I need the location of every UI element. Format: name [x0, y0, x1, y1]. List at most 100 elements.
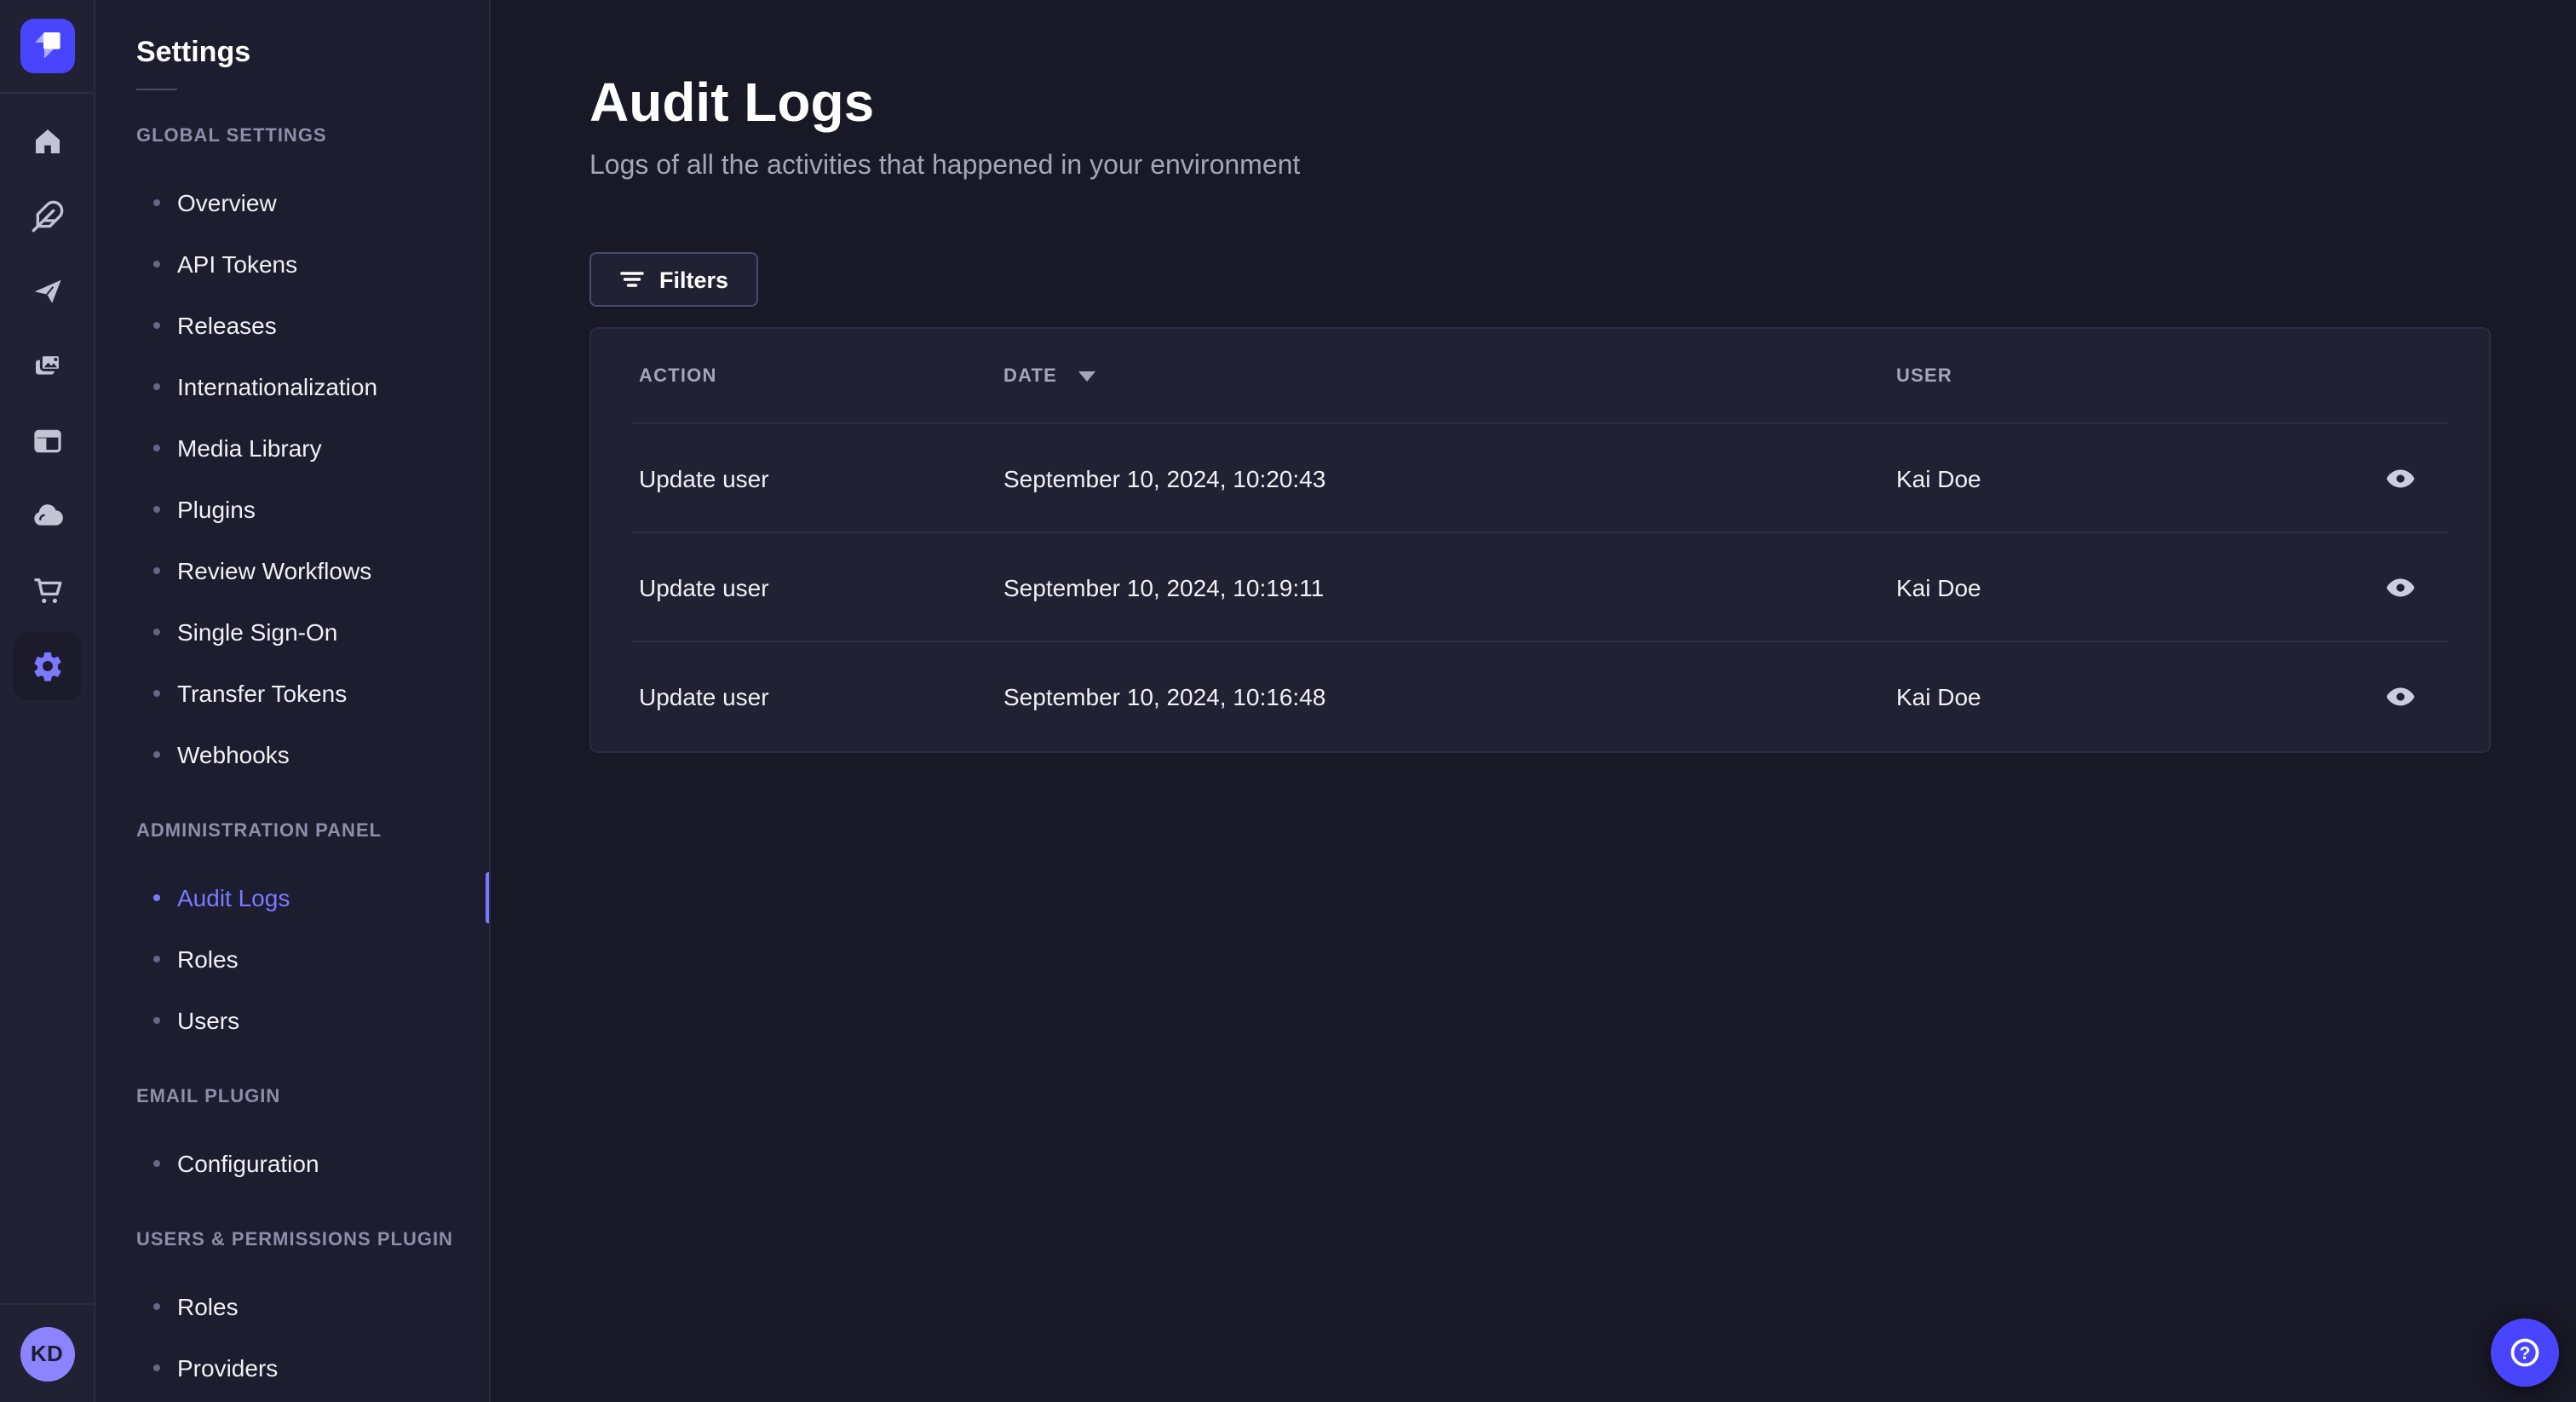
- nav-section-administration-panel: Administration Panel Audit Logs Roles Us…: [95, 809, 489, 1051]
- home-icon: [35, 129, 59, 153]
- sidebar-item-cloud[interactable]: [13, 482, 81, 550]
- logo-wrap: [0, 0, 94, 94]
- audit-logs-table-card: Action Date User Update user September 1…: [589, 327, 2491, 753]
- sidebar-item-content-type-builder[interactable]: [13, 407, 81, 475]
- filter-icon: [620, 272, 644, 287]
- page-title: Audit Logs: [589, 72, 875, 133]
- bullet-icon: [153, 506, 160, 513]
- page-header: Audit Logs Logs of all the activities th…: [491, 0, 2576, 184]
- column-header-date[interactable]: Date: [1003, 366, 1896, 387]
- view-details-button[interactable]: [2373, 669, 2428, 724]
- sidebar-item-marketplace[interactable]: [13, 557, 81, 625]
- cell-user: Kai Doe: [1896, 683, 1981, 710]
- help-question-icon: ?: [2510, 1338, 2539, 1367]
- bullet-icon: [153, 445, 160, 451]
- page-subtitle: Logs of all the activities that happened…: [589, 152, 1301, 181]
- nav-section-users-permissions-plugin: Users & Permissions plugin Roles Provide…: [95, 1218, 489, 1399]
- subnav-divider: [136, 89, 177, 90]
- cell-date: September 10, 2024, 10:19:11: [1003, 574, 1325, 601]
- subnav-item-overview[interactable]: Overview: [95, 172, 489, 233]
- table-row: Update user September 10, 2024, 10:16:48…: [591, 642, 2489, 751]
- bullet-icon: [153, 261, 160, 267]
- bullet-icon: [153, 1017, 160, 1024]
- section-label: Administration Panel: [136, 821, 382, 842]
- media-library-icon: [35, 353, 60, 375]
- bullet-icon: [153, 1160, 160, 1167]
- subnav-title: Settings: [136, 36, 251, 68]
- section-label: Users & Permissions plugin: [136, 1230, 453, 1250]
- filters-button-label: Filters: [659, 267, 729, 292]
- sidebar-item-media-library[interactable]: [13, 332, 81, 400]
- cell-action: Update user: [639, 574, 769, 601]
- subnav-item-up-roles[interactable]: Roles: [95, 1276, 489, 1337]
- column-header-action: Action: [639, 366, 717, 387]
- subnav-item-api-tokens[interactable]: API Tokens: [95, 233, 489, 295]
- user-avatar[interactable]: KD: [20, 1326, 74, 1381]
- cell-date: September 10, 2024, 10:20:43: [1003, 465, 1326, 492]
- subnav-item-email-configuration[interactable]: Configuration: [95, 1133, 489, 1194]
- actions-row: Filters: [491, 184, 2576, 307]
- eye-icon: [2386, 469, 2415, 488]
- strapi-logo[interactable]: [20, 19, 74, 73]
- settings-gear-icon: [33, 652, 60, 681]
- cell-user: Kai Doe: [1896, 465, 1981, 492]
- subnav-item-internationalization[interactable]: Internationalization: [95, 356, 489, 417]
- strapi-logo-icon: [34, 32, 60, 59]
- view-details-button[interactable]: [2373, 451, 2428, 506]
- bullet-icon: [153, 199, 160, 206]
- settings-subnav: Settings Global Settings Overview API To…: [95, 0, 491, 1402]
- main-content: Audit Logs Logs of all the activities th…: [491, 0, 2576, 1402]
- bullet-icon: [153, 751, 160, 758]
- sidebar-item-content[interactable]: [13, 182, 81, 250]
- table-row: Update user September 10, 2024, 10:20:43…: [591, 424, 2489, 533]
- nav-section-global-settings: Global Settings Overview API Tokens Rele…: [95, 114, 489, 785]
- subnav-item-audit-logs[interactable]: Audit Logs: [95, 867, 489, 928]
- cell-action: Update user: [639, 683, 769, 710]
- subnav-item-admin-users[interactable]: Users: [95, 990, 489, 1051]
- table-row: Update user September 10, 2024, 10:19:11…: [591, 533, 2489, 642]
- bullet-icon: [153, 690, 160, 697]
- section-label: Global Settings: [136, 126, 327, 147]
- sort-desc-caret-icon: [1078, 371, 1095, 382]
- eye-icon: [2386, 687, 2415, 706]
- subnav-item-transfer-tokens[interactable]: Transfer Tokens: [95, 663, 489, 724]
- subnav-item-single-sign-on[interactable]: Single Sign-On: [95, 601, 489, 663]
- bullet-icon: [153, 894, 160, 901]
- bullet-icon: [153, 322, 160, 329]
- table-header-row: Action Date User: [591, 329, 2489, 424]
- column-header-user: User: [1896, 366, 1952, 387]
- icon-sidebar-items: [0, 94, 94, 1303]
- subnav-item-plugins[interactable]: Plugins: [95, 479, 489, 540]
- app: KD Settings Global Settings Overview API…: [0, 0, 2576, 1402]
- nav-section-email-plugin: Email Plugin Configuration: [95, 1075, 489, 1194]
- bullet-icon: [153, 1303, 160, 1310]
- subnav-item-media-library[interactable]: Media Library: [95, 417, 489, 479]
- bullet-icon: [153, 1365, 160, 1371]
- sidebar-item-home[interactable]: [13, 107, 81, 175]
- cell-user: Kai Doe: [1896, 574, 1981, 601]
- sidebar-item-settings[interactable]: [13, 632, 81, 700]
- section-label: Email Plugin: [136, 1087, 281, 1107]
- icon-sidebar-footer: KD: [0, 1303, 94, 1402]
- subnav-item-up-providers[interactable]: Providers: [95, 1337, 489, 1399]
- cart-icon: [33, 578, 61, 603]
- bullet-icon: [153, 383, 160, 390]
- cell-date: September 10, 2024, 10:16:48: [1003, 683, 1326, 710]
- subnav-item-admin-roles[interactable]: Roles: [95, 928, 489, 990]
- subnav-item-webhooks[interactable]: Webhooks: [95, 724, 489, 785]
- help-button[interactable]: ?: [2491, 1319, 2559, 1387]
- bullet-icon: [153, 956, 160, 962]
- subnav-item-review-workflows[interactable]: Review Workflows: [95, 540, 489, 601]
- view-details-button[interactable]: [2373, 560, 2428, 615]
- layout-panel-icon: [33, 429, 60, 453]
- svg-text:?: ?: [2520, 1343, 2531, 1363]
- subnav-item-releases[interactable]: Releases: [95, 295, 489, 356]
- filters-button[interactable]: Filters: [589, 252, 758, 307]
- sidebar-item-deploy[interactable]: [13, 257, 81, 325]
- icon-sidebar: KD: [0, 0, 95, 1402]
- bullet-icon: [153, 567, 160, 574]
- cloud-icon: [33, 504, 62, 526]
- cell-action: Update user: [639, 465, 769, 492]
- content-feather-icon: [31, 200, 63, 233]
- paper-plane-icon: [33, 279, 60, 303]
